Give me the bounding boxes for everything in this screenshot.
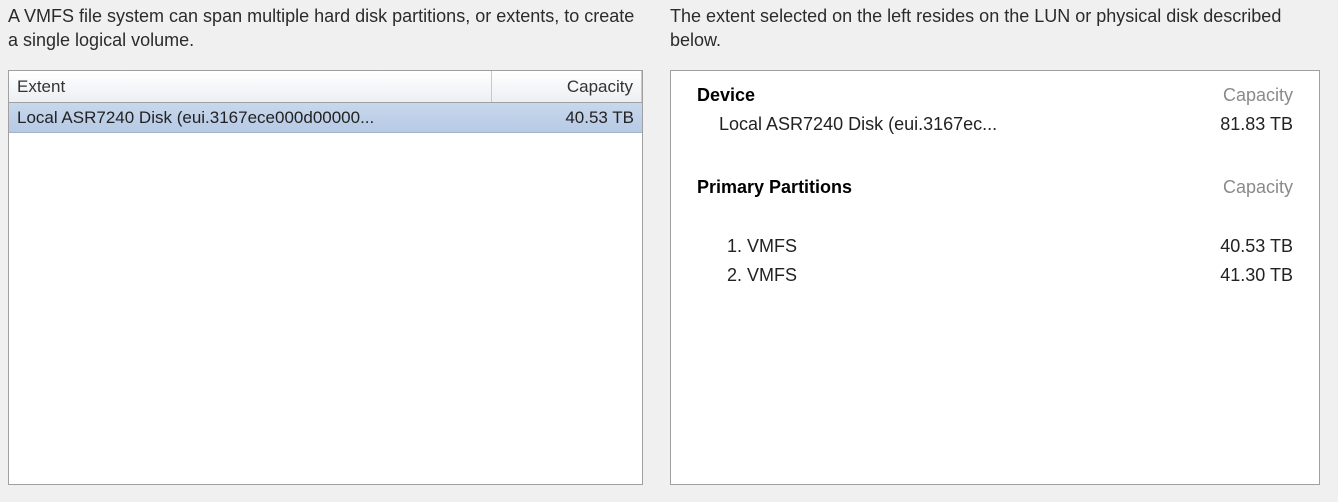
device-panel: The extent selected on the left resides … xyxy=(670,0,1320,485)
partitions-heading: Primary Partitions xyxy=(697,177,852,198)
partition-label: 1. VMFS xyxy=(727,236,797,257)
partition-capacity: 41.30 TB xyxy=(1220,265,1293,286)
device-detail-row: Local ASR7240 Disk (eui.3167ec... 81.83 … xyxy=(697,114,1293,135)
device-name: Local ASR7240 Disk (eui.3167ec... xyxy=(719,114,997,135)
extents-panel: A VMFS file system can span multiple har… xyxy=(8,0,643,485)
extent-capacity: 40.53 TB xyxy=(492,108,642,128)
device-details-box: Device Capacity Local ASR7240 Disk (eui.… xyxy=(670,70,1320,485)
partition-row: 2. VMFS 41.30 TB xyxy=(697,265,1293,286)
partition-capacity: 40.53 TB xyxy=(1220,236,1293,257)
partitions-list: 1. VMFS 40.53 TB 2. VMFS 41.30 TB xyxy=(697,206,1293,286)
extent-name: Local ASR7240 Disk (eui.3167ece000d00000… xyxy=(9,108,492,128)
device-heading: Device xyxy=(697,85,755,106)
device-description: The extent selected on the left resides … xyxy=(670,0,1320,66)
partitions-section-header: Primary Partitions Capacity xyxy=(697,177,1293,198)
extents-description: A VMFS file system can span multiple har… xyxy=(8,0,643,66)
partitions-capacity-label: Capacity xyxy=(1223,177,1293,198)
partition-row: 1. VMFS 40.53 TB xyxy=(697,236,1293,257)
extents-table-header: Extent Capacity xyxy=(9,71,642,103)
column-header-capacity[interactable]: Capacity xyxy=(492,71,642,102)
column-header-extent[interactable]: Extent xyxy=(9,71,492,102)
device-capacity: 81.83 TB xyxy=(1220,114,1293,135)
table-row[interactable]: Local ASR7240 Disk (eui.3167ece000d00000… xyxy=(9,103,642,133)
extents-table: Extent Capacity Local ASR7240 Disk (eui.… xyxy=(8,70,643,485)
device-capacity-label: Capacity xyxy=(1223,85,1293,106)
device-section-header: Device Capacity xyxy=(697,85,1293,106)
partition-label: 2. VMFS xyxy=(727,265,797,286)
